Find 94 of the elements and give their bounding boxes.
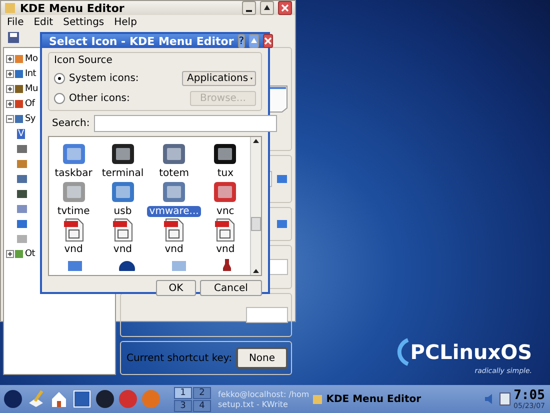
text-field[interactable] <box>246 307 288 323</box>
application-icon <box>60 179 87 205</box>
menu-entry-icon[interactable] <box>17 144 27 154</box>
cancel-button[interactable]: Cancel <box>200 280 262 296</box>
menu-entry-icon[interactable] <box>17 218 27 228</box>
close-icon <box>264 37 272 45</box>
desktop-pager-button[interactable]: 1 <box>174 386 192 398</box>
tree-item[interactable]: Mu <box>24 84 39 94</box>
dialog-title: Select Icon - KDE Menu Editor <box>49 34 234 48</box>
radio-label: System icons: <box>69 72 140 84</box>
application-icon <box>60 141 87 167</box>
search-field[interactable] <box>94 115 277 132</box>
scroll-up-icon[interactable] <box>252 267 260 275</box>
document-icon <box>112 217 134 243</box>
radio-button[interactable] <box>54 92 65 104</box>
collapse-icon[interactable] <box>6 114 14 122</box>
folder-icon[interactable] <box>276 218 288 230</box>
application-icon <box>161 179 188 205</box>
bottle-icon <box>222 259 232 271</box>
icon-label[interactable]: vnd <box>111 244 134 255</box>
document-icon <box>214 217 236 243</box>
icon-label[interactable]: taskbar <box>52 168 94 179</box>
maximize-button[interactable] <box>260 1 274 15</box>
folder-icon <box>15 250 23 258</box>
save-icon[interactable] <box>7 31 20 44</box>
expand-icon[interactable] <box>6 54 14 62</box>
window-icon <box>66 259 83 271</box>
search-label: Search: <box>52 118 90 129</box>
menu-item[interactable]: Edit <box>34 17 54 28</box>
tree-item[interactable]: Int <box>24 68 37 78</box>
minimize-button[interactable] <box>242 1 256 15</box>
icon-label[interactable]: vmware... <box>147 206 201 217</box>
help-button[interactable]: ? <box>238 34 246 48</box>
icon-label[interactable]: vnd <box>162 244 186 255</box>
document-icon <box>62 217 85 243</box>
application-icon <box>212 179 238 205</box>
icon-label[interactable]: vnc <box>214 206 236 217</box>
folder-icon[interactable] <box>276 173 288 185</box>
category-dropdown[interactable]: Applications <box>182 70 256 86</box>
menu-item[interactable]: File <box>7 17 24 28</box>
icon-label[interactable]: totem <box>157 168 191 179</box>
ok-button[interactable]: OK <box>156 280 196 296</box>
expand-icon[interactable] <box>6 250 14 258</box>
tree-item[interactable]: Of <box>24 98 36 108</box>
menu-entry-icon[interactable] <box>17 188 27 198</box>
maximize-icon <box>263 4 271 12</box>
close-icon <box>281 4 289 12</box>
app-icon <box>4 2 16 14</box>
clock-time: 7:05 <box>514 388 545 402</box>
start-menu-icon[interactable] <box>3 389 23 409</box>
shortcut-button[interactable]: None <box>236 347 288 369</box>
document-icon <box>268 85 288 113</box>
tree-item[interactable]: Sy <box>24 114 36 124</box>
tree-item[interactable]: V <box>17 128 25 138</box>
radio-button[interactable] <box>54 72 65 84</box>
monitor-icon[interactable] <box>72 389 92 409</box>
group-title: Icon Source <box>54 55 114 66</box>
expand-icon[interactable] <box>6 70 14 78</box>
app-icon <box>312 394 324 404</box>
window-title: KDE Menu Editor <box>20 2 126 14</box>
close-button[interactable] <box>263 34 274 48</box>
icon-label[interactable]: terminal <box>100 168 146 179</box>
expand-icon[interactable] <box>6 84 14 92</box>
maximize-icon <box>250 37 258 45</box>
scroll-up-icon[interactable] <box>252 137 260 145</box>
icon-label[interactable]: usb <box>112 206 134 217</box>
icon-label[interactable]: tvtime <box>55 206 92 217</box>
logo-text: PCLinuxOS <box>410 340 532 364</box>
clipboard-icon[interactable] <box>498 392 511 406</box>
scrollbar-thumb[interactable] <box>251 217 261 231</box>
close-button[interactable] <box>278 1 292 15</box>
desktop-pager-button[interactable]: 4 <box>193 400 211 412</box>
icon-label[interactable]: vnd <box>214 244 237 255</box>
application-icon <box>212 141 238 167</box>
scrollbar[interactable] <box>250 137 261 275</box>
application-icon <box>161 141 188 167</box>
window-icon <box>171 259 188 271</box>
desktop-pager-button[interactable]: 2 <box>193 386 211 398</box>
expand-icon[interactable] <box>6 100 14 108</box>
home-icon[interactable] <box>49 389 69 409</box>
document-icon <box>163 217 186 243</box>
menu-item[interactable]: Settings <box>63 17 104 28</box>
shortcut-label: Current shortcut key: <box>125 352 232 364</box>
menu-entry-icon[interactable] <box>17 174 27 184</box>
tree-item[interactable]: Ot <box>24 248 36 258</box>
icon-label[interactable]: tux <box>215 168 236 179</box>
menu-item[interactable]: Help <box>114 17 137 28</box>
radio-label: Other icons: <box>69 92 131 104</box>
desktop-pager-button[interactable]: 3 <box>174 400 192 412</box>
application-icon <box>110 141 136 167</box>
application-icon <box>110 179 136 205</box>
task-button[interactable]: KDE Menu Editor <box>312 394 422 404</box>
icon-label[interactable]: vnd <box>62 244 85 255</box>
tree-item[interactable]: Mo <box>24 54 39 64</box>
